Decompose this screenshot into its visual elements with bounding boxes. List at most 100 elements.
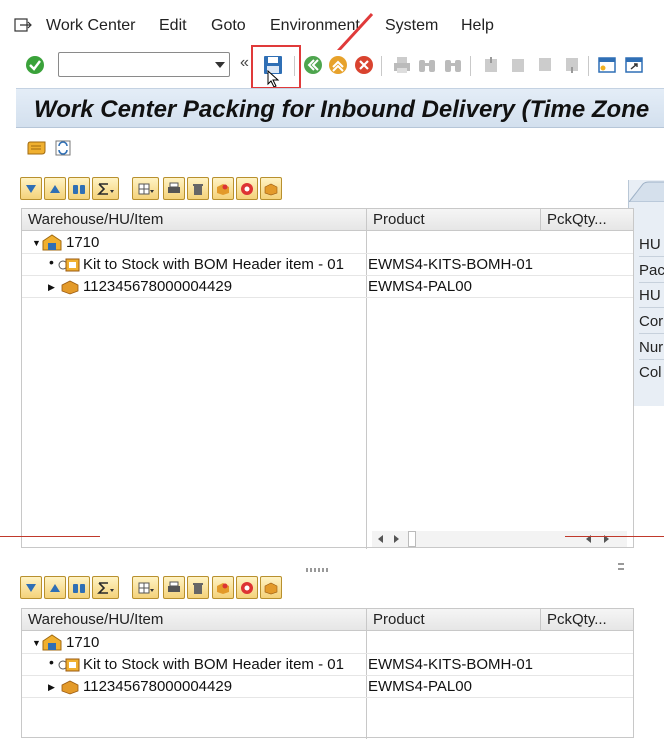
refresh-icon bbox=[55, 140, 71, 156]
node-label: 1710 bbox=[66, 234, 100, 251]
find-button[interactable] bbox=[68, 177, 90, 200]
sigma-icon bbox=[96, 182, 114, 195]
tree-row[interactable]: • Kit to Stock with BOM Header item - 01… bbox=[22, 654, 633, 676]
menu-system[interactable]: System bbox=[385, 17, 438, 35]
trash-icon bbox=[193, 183, 203, 195]
binoculars-icon bbox=[73, 184, 85, 194]
column-header-pckqty[interactable]: PckQty... bbox=[547, 611, 607, 628]
standard-toolbar: « bbox=[0, 50, 664, 88]
box-icon bbox=[264, 183, 278, 195]
binoculars-icon bbox=[73, 583, 85, 593]
lifebuoy-icon bbox=[241, 581, 253, 594]
scroll-left-icon[interactable] bbox=[378, 535, 383, 543]
box-button[interactable] bbox=[260, 177, 282, 200]
expanded-node-icon[interactable]: ▼ bbox=[32, 638, 41, 648]
scroll-thumb[interactable] bbox=[408, 531, 416, 547]
expanded-node-icon[interactable]: ▼ bbox=[32, 238, 41, 248]
box-button[interactable] bbox=[260, 576, 282, 599]
top-hu-tree: Warehouse/HU/Item Product PckQty... ▼ 17… bbox=[21, 208, 634, 549]
bottom-tree-header: Warehouse/HU/Item Product PckQty... bbox=[22, 609, 633, 631]
panel-tab-icon bbox=[629, 181, 664, 202]
column-header-warehouse[interactable]: Warehouse/HU/Item bbox=[28, 611, 163, 628]
collapsed-node-icon[interactable]: ▶ bbox=[48, 282, 55, 293]
column-header-product[interactable]: Product bbox=[373, 611, 425, 628]
unpack-button[interactable] bbox=[236, 576, 258, 599]
box-icon bbox=[264, 582, 278, 594]
enter-button[interactable] bbox=[22, 52, 48, 78]
side-label-col: Col bbox=[639, 364, 662, 381]
collapse-all-button[interactable] bbox=[44, 576, 66, 599]
checkmark-icon bbox=[26, 56, 44, 74]
node-label: 1710 bbox=[66, 634, 100, 651]
delete-button[interactable] bbox=[187, 177, 209, 200]
find-button[interactable] bbox=[414, 52, 440, 78]
command-field[interactable] bbox=[58, 52, 230, 77]
collapse-toolbar-icon[interactable]: « bbox=[240, 54, 249, 72]
sum-button[interactable] bbox=[92, 576, 119, 599]
title-bar: Work Center Packing for Inbound Delivery… bbox=[16, 88, 664, 128]
column-header-warehouse[interactable]: Warehouse/HU/Item bbox=[28, 211, 163, 228]
pack-button[interactable] bbox=[212, 177, 234, 200]
warehouse-icon bbox=[42, 234, 62, 251]
expand-all-button[interactable] bbox=[20, 576, 42, 599]
tree-row[interactable]: ▼ 1710 bbox=[22, 632, 633, 654]
column-header-product[interactable]: Product bbox=[373, 211, 425, 228]
horizontal-scrollbar[interactable] bbox=[372, 531, 627, 547]
scroll-right-icon[interactable] bbox=[394, 535, 399, 543]
find-next-button[interactable] bbox=[440, 52, 466, 78]
side-label-pac: Pac bbox=[639, 262, 664, 279]
side-label-nur: Nur bbox=[639, 339, 664, 356]
execute-button[interactable] bbox=[26, 138, 48, 162]
layout-button[interactable] bbox=[132, 576, 159, 599]
previous-page-icon bbox=[512, 59, 524, 72]
menu-exit-icon[interactable] bbox=[14, 18, 32, 32]
back-button[interactable] bbox=[300, 52, 326, 78]
first-page-button[interactable] bbox=[478, 52, 504, 78]
menu-help[interactable]: Help bbox=[461, 17, 494, 35]
product-cell: EWMS4-KITS-BOMH-01 bbox=[368, 656, 534, 673]
unpack-button[interactable] bbox=[236, 177, 258, 200]
refresh-button[interactable] bbox=[53, 138, 73, 162]
exit-icon bbox=[329, 56, 347, 74]
scroll-icon bbox=[27, 141, 46, 155]
collapse-all-button[interactable] bbox=[44, 177, 66, 200]
first-page-icon bbox=[485, 57, 497, 72]
printer-icon bbox=[168, 182, 180, 193]
leaf-node-icon: • bbox=[49, 654, 54, 670]
node-label: Kit to Stock with BOM Header item - 01 bbox=[83, 256, 344, 273]
delete-button[interactable] bbox=[187, 576, 209, 599]
menu-goto[interactable]: Goto bbox=[211, 17, 246, 35]
create-session-button[interactable] bbox=[594, 52, 620, 78]
trash-icon bbox=[193, 582, 203, 594]
find-button[interactable] bbox=[68, 576, 90, 599]
last-page-icon bbox=[566, 58, 578, 73]
layout-button[interactable] bbox=[132, 177, 159, 200]
print-preview-button[interactable] bbox=[163, 177, 185, 200]
layout-icon bbox=[138, 183, 154, 194]
shortcut-button[interactable] bbox=[621, 52, 647, 78]
collapsed-node-icon[interactable]: ▶ bbox=[48, 682, 55, 693]
sum-button[interactable] bbox=[92, 177, 119, 200]
last-page-button[interactable] bbox=[559, 52, 585, 78]
tree-row[interactable]: • Kit to Stock with BOM Header item - 01… bbox=[22, 254, 633, 276]
column-header-pckqty[interactable]: PckQty... bbox=[547, 211, 607, 228]
shortcut-icon bbox=[625, 57, 643, 73]
product-item-icon bbox=[58, 258, 80, 272]
previous-page-button[interactable] bbox=[505, 52, 531, 78]
exit-button[interactable] bbox=[325, 52, 351, 78]
pack-button[interactable] bbox=[212, 576, 234, 599]
side-label-cor: Cor bbox=[639, 313, 664, 330]
menu-edit[interactable]: Edit bbox=[159, 17, 187, 35]
chevron-down-icon[interactable] bbox=[215, 62, 225, 68]
cancel-icon bbox=[355, 56, 373, 74]
tree-row[interactable]: ▶ 112345678000004429 EWMS4-PAL00 bbox=[22, 676, 633, 698]
menu-work-center[interactable]: Work Center bbox=[46, 17, 136, 35]
cancel-button[interactable] bbox=[351, 52, 377, 78]
print-button[interactable] bbox=[389, 52, 415, 78]
new-window-icon bbox=[598, 57, 616, 73]
next-page-button[interactable] bbox=[532, 52, 558, 78]
expand-all-button[interactable] bbox=[20, 177, 42, 200]
print-preview-button[interactable] bbox=[163, 576, 185, 599]
tree-row[interactable]: ▼ 1710 bbox=[22, 232, 633, 254]
tree-row[interactable]: ▶ 112345678000004429 EWMS4-PAL00 bbox=[22, 276, 633, 298]
